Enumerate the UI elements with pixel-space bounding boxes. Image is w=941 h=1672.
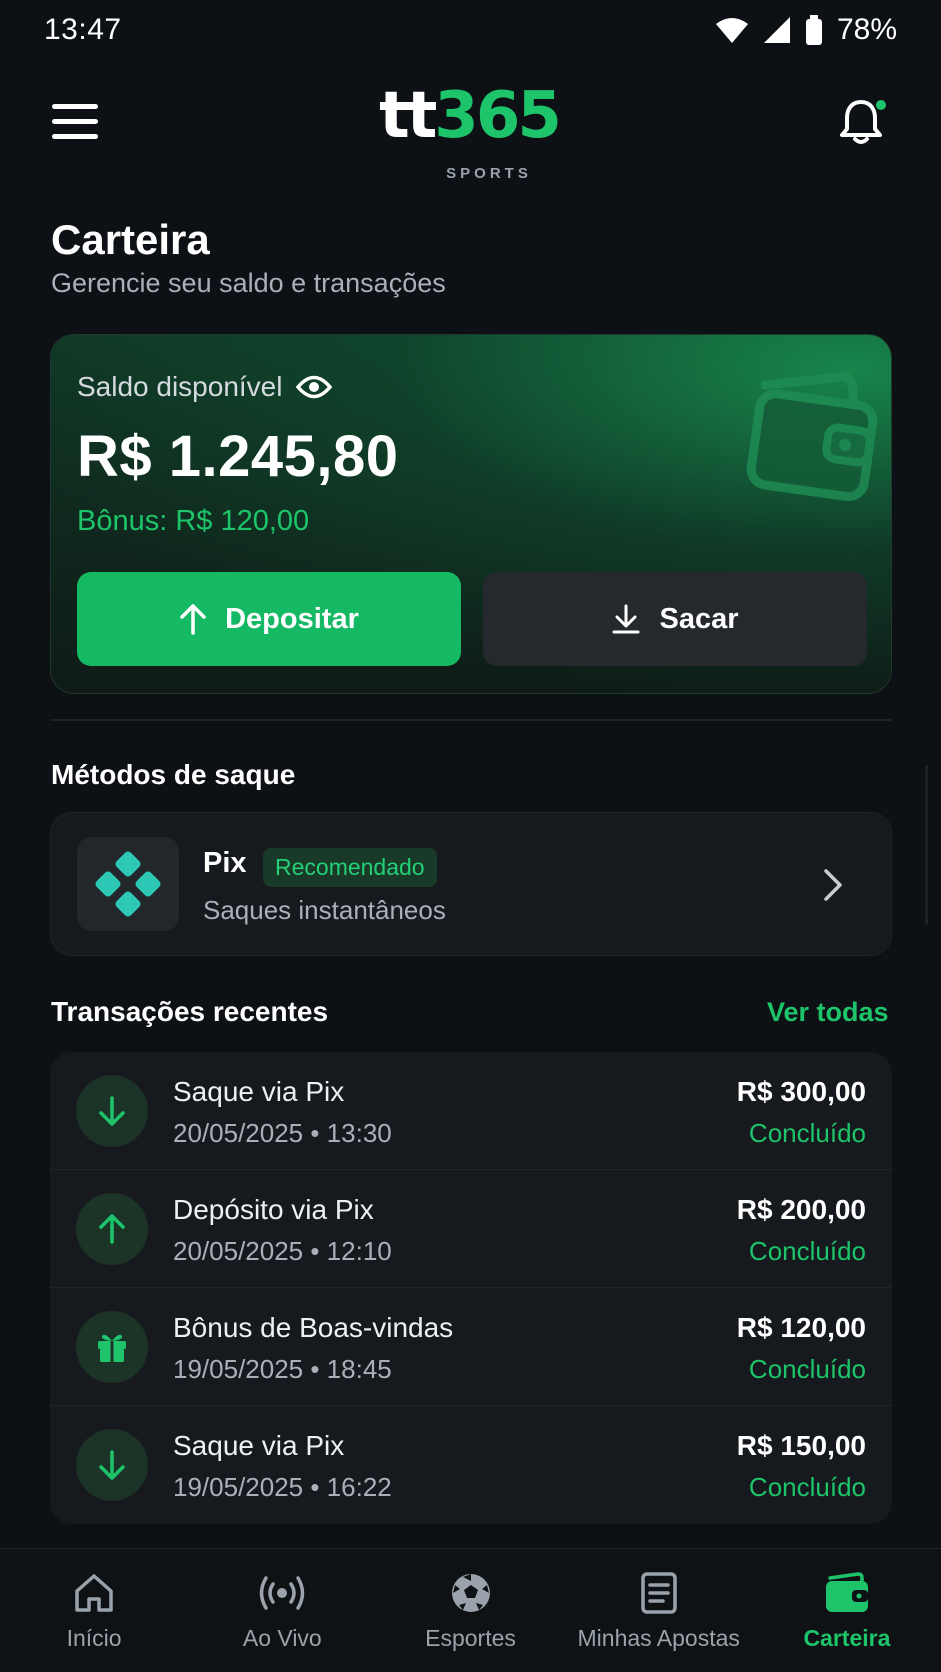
transaction-amount: R$ 200,00 bbox=[736, 1194, 866, 1225]
battery-percent: 78% bbox=[836, 13, 897, 46]
transaction-amount: R$ 150,00 bbox=[736, 1430, 866, 1461]
nav-item-inicio[interactable]: Início bbox=[0, 1549, 188, 1672]
wallet-icon bbox=[823, 1569, 871, 1617]
scrollbar[interactable] bbox=[925, 765, 928, 925]
hamburger-menu-icon[interactable] bbox=[52, 104, 98, 144]
divider bbox=[50, 719, 892, 721]
transaction-amount: R$ 120,00 bbox=[736, 1312, 866, 1343]
logo-text: tt bbox=[379, 79, 437, 153]
status-icons: 78% bbox=[715, 13, 897, 47]
nav-item-minhas-apostas[interactable]: Minhas Apostas bbox=[565, 1549, 753, 1672]
status-time: 13:47 bbox=[44, 13, 122, 46]
transaction-row[interactable]: Saque via Pix 20/05/2025 • 13:30 R$ 300,… bbox=[50, 1052, 892, 1170]
pix-name: Pix bbox=[203, 847, 247, 879]
logo-number: 365 bbox=[434, 79, 562, 153]
withdraw-button[interactable]: Sacar bbox=[483, 572, 867, 666]
logo-subtitle: SPORTS bbox=[446, 165, 532, 182]
bottom-navigation: Início Ao Vivo Esportes Minhas Apostas C… bbox=[0, 1548, 941, 1672]
transaction-row[interactable]: Bônus de Boas-vindas 19/05/2025 • 18:45 … bbox=[50, 1288, 892, 1406]
document-icon bbox=[635, 1569, 683, 1617]
chevron-right-icon bbox=[824, 869, 842, 901]
nav-label: Esportes bbox=[425, 1625, 516, 1651]
transaction-date: 20/05/2025 • 12:10 bbox=[173, 1236, 392, 1266]
pix-method-card[interactable]: Pix Recomendado Saques instantâneos bbox=[50, 812, 892, 956]
balance-value: R$ 1.245,80 bbox=[77, 424, 399, 489]
wallet-illustration-icon bbox=[746, 372, 878, 502]
pix-icon bbox=[77, 837, 179, 931]
transaction-title: Saque via Pix bbox=[173, 1076, 345, 1107]
battery-icon bbox=[805, 15, 822, 45]
arrow-up-icon bbox=[180, 604, 206, 635]
gift-icon bbox=[76, 1311, 148, 1383]
balance-label: Saldo disponível bbox=[77, 371, 283, 402]
arrow-down-icon bbox=[76, 1075, 148, 1147]
transactions-title: Transações recentes bbox=[51, 996, 329, 1027]
transaction-amount: R$ 300,00 bbox=[736, 1076, 866, 1107]
withdraw-label: Sacar bbox=[659, 602, 739, 635]
nav-item-esportes[interactable]: Esportes bbox=[376, 1549, 564, 1672]
transaction-row[interactable]: Depósito via Pix 20/05/2025 • 12:10 R$ 2… bbox=[50, 1170, 892, 1288]
soccer-ball-icon bbox=[447, 1569, 495, 1617]
pix-description: Saques instantâneos bbox=[203, 895, 446, 925]
download-icon bbox=[612, 604, 640, 634]
transaction-status: Concluído bbox=[748, 1354, 866, 1384]
status-bar: 13:47 78% bbox=[0, 0, 941, 60]
transaction-status: Concluído bbox=[748, 1472, 866, 1502]
nav-item-ao-vivo[interactable]: Ao Vivo bbox=[188, 1549, 376, 1672]
deposit-label: Depositar bbox=[225, 602, 359, 635]
arrow-up-icon bbox=[76, 1193, 148, 1265]
recommended-badge: Recomendado bbox=[263, 848, 437, 887]
withdraw-methods-title: Métodos de saque bbox=[51, 759, 296, 790]
notification-bell-icon[interactable] bbox=[838, 98, 890, 150]
transaction-status: Concluído bbox=[748, 1236, 866, 1266]
balance-label-row: Saldo disponível bbox=[77, 371, 333, 403]
home-icon bbox=[70, 1569, 118, 1617]
page-subtitle: Gerencie seu saldo e transações bbox=[51, 268, 446, 298]
nav-label: Minhas Apostas bbox=[577, 1625, 740, 1651]
transactions-list: Saque via Pix 20/05/2025 • 13:30 R$ 300,… bbox=[50, 1052, 892, 1524]
transaction-date: 20/05/2025 • 13:30 bbox=[173, 1118, 392, 1148]
transaction-date: 19/05/2025 • 18:45 bbox=[173, 1354, 392, 1384]
bonus-balance: Bônus: R$ 120,00 bbox=[77, 505, 310, 537]
broadcast-icon bbox=[258, 1569, 306, 1617]
notification-dot bbox=[874, 98, 888, 112]
transaction-status: Concluído bbox=[748, 1118, 866, 1148]
wifi-icon bbox=[715, 18, 748, 43]
balance-card: Saldo disponível R$ 1.245,80 Bônus: R$ 1… bbox=[50, 334, 892, 694]
nav-item-carteira[interactable]: Carteira bbox=[753, 1549, 941, 1672]
nav-label: Início bbox=[66, 1625, 122, 1651]
see-all-link[interactable]: Ver todas bbox=[767, 997, 889, 1028]
logo: tt365 SPORTS bbox=[364, 84, 574, 182]
transaction-title: Depósito via Pix bbox=[173, 1194, 374, 1225]
transaction-date: 19/05/2025 • 16:22 bbox=[173, 1472, 392, 1502]
cellular-signal-icon bbox=[763, 17, 790, 43]
nav-label: Ao Vivo bbox=[242, 1625, 322, 1651]
nav-label: Carteira bbox=[803, 1625, 891, 1651]
page-title: Carteira bbox=[51, 216, 210, 263]
deposit-button[interactable]: Depositar bbox=[77, 572, 461, 666]
arrow-down-icon bbox=[76, 1429, 148, 1501]
transaction-title: Saque via Pix bbox=[173, 1430, 345, 1461]
transaction-row[interactable]: Saque via Pix 19/05/2025 • 16:22 R$ 150,… bbox=[50, 1406, 892, 1524]
app-header: tt365 SPORTS bbox=[0, 76, 941, 182]
eye-icon[interactable] bbox=[296, 374, 333, 400]
transaction-title: Bônus de Boas-vindas bbox=[173, 1312, 454, 1343]
